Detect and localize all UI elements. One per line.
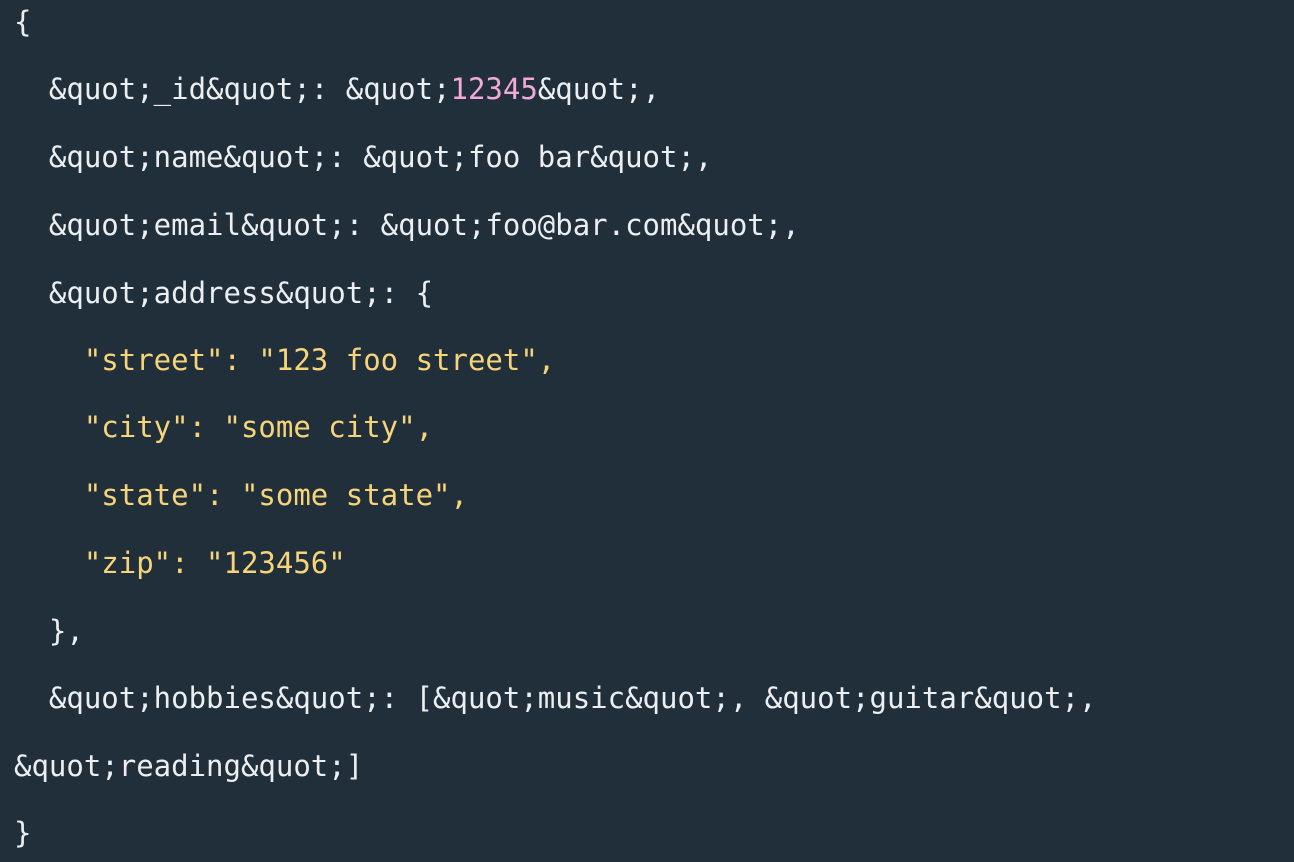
code-line-3: &quot;name&quot;: &quot;foo bar&quot;, <box>14 140 713 174</box>
code-line-10: }, <box>14 614 84 648</box>
code-line-5: &quot;address&quot;: { <box>14 276 434 310</box>
code-token: &quot;, <box>537 72 661 106</box>
code-number-token: 12345 <box>450 72 538 106</box>
code-line-13: } <box>14 816 32 850</box>
code-line-2: &quot;_id&quot;: &quot;12345&quot;, <box>14 69 660 109</box>
code-line-11: &quot;hobbies&quot;: [&quot;music&quot;,… <box>14 681 1097 715</box>
code-line-7: "city": "some city", <box>14 410 434 444</box>
code-line-8: "state": "some state", <box>14 478 468 512</box>
code-block: { &quot;_id&quot;: &quot;12345&quot;, &q… <box>0 0 1294 862</box>
code-line-1: { <box>14 5 32 39</box>
code-line-4: &quot;email&quot;: &quot;foo@bar.com&quo… <box>14 208 800 242</box>
code-line-6: "street": "123 foo street", <box>14 343 556 377</box>
code-line-12: &quot;reading&quot;] <box>14 749 364 783</box>
code-token: &quot;_id&quot;: &quot; <box>14 72 451 106</box>
code-line-9: "zip": "123456" <box>14 546 346 580</box>
